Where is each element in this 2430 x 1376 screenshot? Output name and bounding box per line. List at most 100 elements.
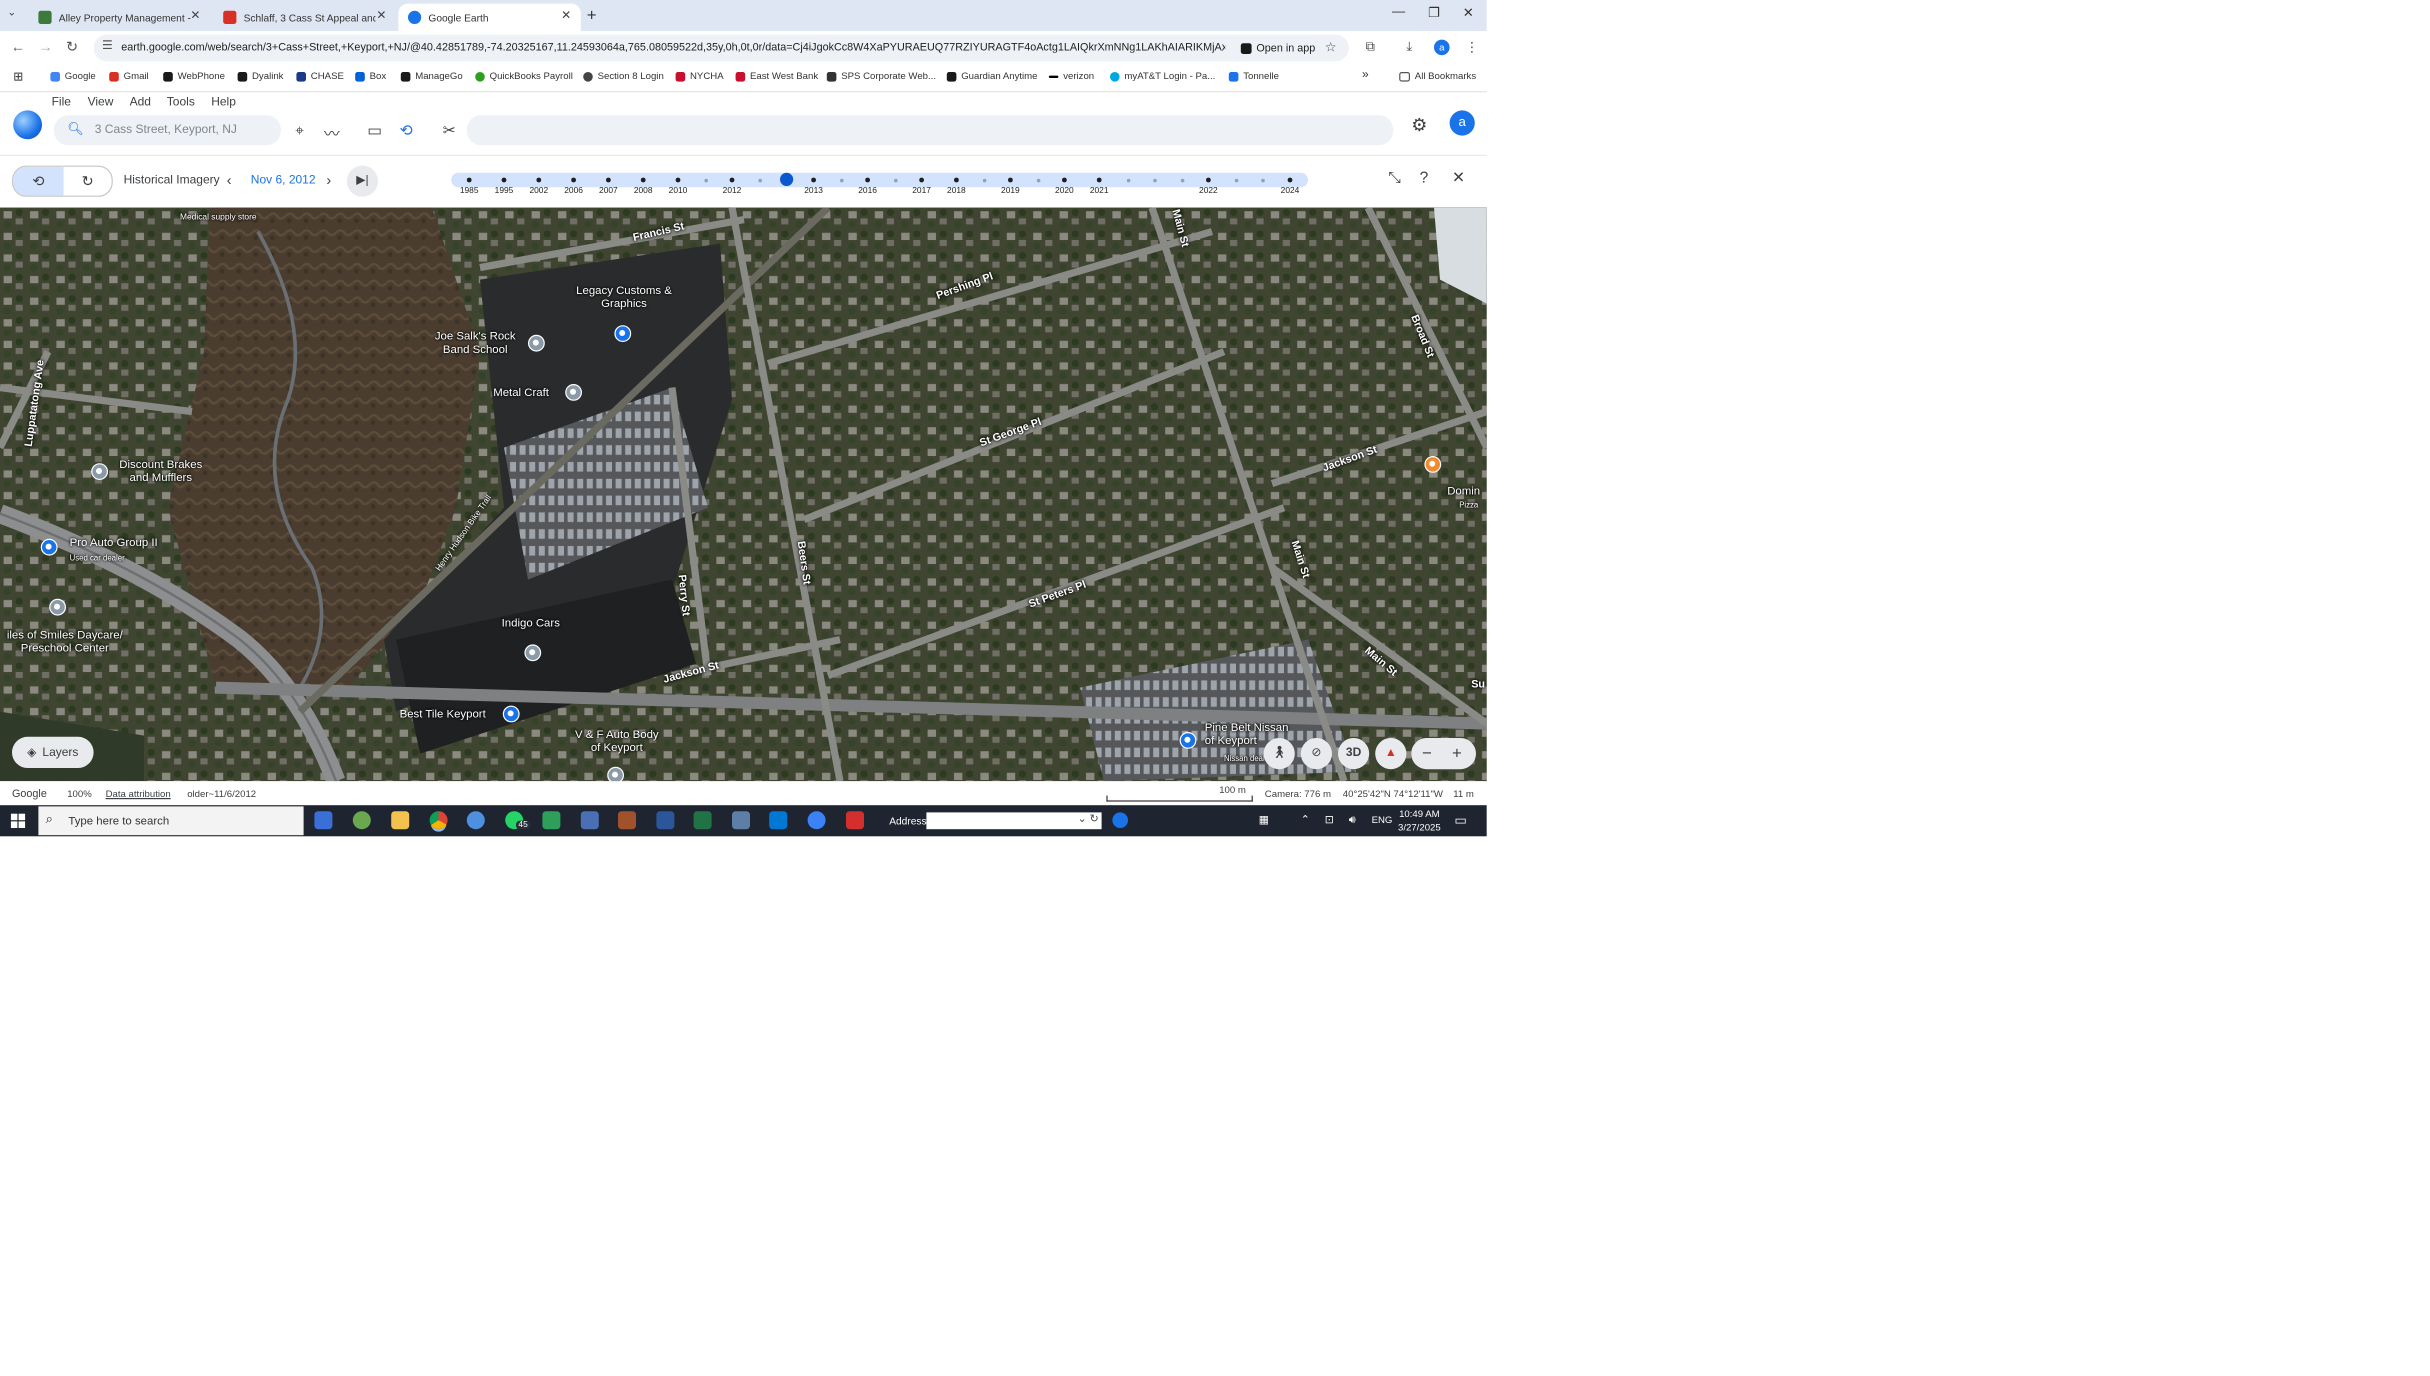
new-tab-button[interactable]: + bbox=[587, 5, 597, 24]
tools-icon[interactable]: ✂ bbox=[443, 121, 456, 140]
forward-icon[interactable]: → bbox=[38, 38, 52, 55]
address-toolbar-input[interactable]: ⌄ ↻ bbox=[926, 812, 1102, 830]
kebab-menu-icon[interactable]: ⋮ bbox=[1465, 40, 1478, 55]
layers-button[interactable]: ◈ Layers bbox=[12, 736, 94, 768]
file-explorer-icon[interactable] bbox=[391, 811, 410, 830]
minimize-icon[interactable]: — bbox=[1392, 5, 1405, 19]
timeline-minor-dot[interactable] bbox=[982, 178, 986, 182]
app-icon[interactable] bbox=[618, 811, 636, 830]
settings-gear-icon[interactable]: ⚙ bbox=[1411, 114, 1427, 135]
windows-start-icon[interactable] bbox=[10, 813, 26, 829]
imagery-timeline-slider[interactable] bbox=[451, 172, 1308, 188]
timeline-minor-dot[interactable] bbox=[1152, 178, 1157, 182]
school-pin-icon[interactable] bbox=[528, 334, 545, 352]
maximize-icon[interactable]: ❐ bbox=[1428, 5, 1440, 20]
notification-icon[interactable]: ▭ bbox=[1454, 812, 1466, 828]
timeline-minor-dot[interactable] bbox=[893, 178, 898, 182]
dropdown-icon[interactable]: ⌄ bbox=[1078, 812, 1087, 825]
go-icon[interactable]: ↻ bbox=[1090, 812, 1099, 825]
app-icon[interactable] bbox=[542, 811, 561, 830]
bookmark-east-west-bank[interactable]: East West Bank bbox=[735, 71, 818, 82]
url-text[interactable]: earth.google.com/web/search/3+Cass+Stree… bbox=[121, 41, 1225, 53]
bookmark-box[interactable]: Box bbox=[355, 71, 386, 82]
daycare-pin-icon[interactable] bbox=[49, 598, 66, 616]
search-input[interactable]: 3 Cass Street, Keyport, NJ bbox=[95, 124, 237, 137]
word-icon[interactable] bbox=[656, 811, 675, 830]
next-date-chevron-icon[interactable]: › bbox=[326, 172, 331, 189]
timeline-dot-2002[interactable] bbox=[536, 177, 542, 183]
bookmark-star-icon[interactable]: ☆ bbox=[1325, 40, 1337, 55]
timeline-selected-handle[interactable] bbox=[780, 172, 794, 186]
timeline-minor-dot[interactable] bbox=[1234, 178, 1238, 182]
place-metal-craft[interactable]: Metal Craft bbox=[493, 386, 549, 399]
tab-search-icon[interactable]: ⌄ bbox=[7, 6, 16, 19]
pro-auto-pin-icon[interactable] bbox=[40, 538, 58, 556]
network-icon[interactable]: ⊡ bbox=[1325, 814, 1334, 827]
bookmark-chase[interactable]: CHASE bbox=[296, 71, 344, 82]
path-icon[interactable]: 〰 bbox=[324, 121, 340, 144]
collapse-icon[interactable]: ⤡ bbox=[1388, 168, 1400, 187]
placemark-icon[interactable]: ⌖ bbox=[295, 121, 304, 140]
help-icon[interactable]: ? bbox=[1420, 168, 1429, 186]
menu-help[interactable]: Help bbox=[211, 96, 236, 109]
measure-icon[interactable]: ▭ bbox=[367, 121, 382, 140]
app-icon[interactable] bbox=[466, 811, 485, 830]
zoom-out-icon[interactable]: − bbox=[1422, 743, 1432, 762]
imagery-date[interactable]: Nov 6, 2012 bbox=[251, 174, 316, 187]
app-icon[interactable] bbox=[580, 811, 599, 830]
bookmark-dyalink[interactable]: Dyalink bbox=[237, 71, 283, 82]
tab-gmail[interactable]: Schlaff, 3 Cass St Appeal and In ✕ bbox=[214, 4, 396, 32]
data-attribution-link[interactable]: Data attribution bbox=[106, 788, 171, 799]
pegman-icon[interactable]: 🚶︎ bbox=[1263, 738, 1295, 770]
app-icon[interactable] bbox=[732, 811, 750, 830]
help-icon[interactable] bbox=[1112, 812, 1128, 829]
bookmark-section8[interactable]: Section 8 Login bbox=[583, 71, 664, 82]
bookmarks-overflow-button[interactable]: » bbox=[1362, 68, 1369, 81]
volume-icon[interactable]: 🔊︎ bbox=[1349, 814, 1356, 827]
place-medical-supply-store[interactable]: Medical supply store bbox=[180, 211, 257, 224]
bookmark-tonnelle[interactable]: Tonnelle bbox=[1228, 71, 1279, 82]
window-close-icon[interactable]: ✕ bbox=[1463, 5, 1474, 20]
bookmark-gmail[interactable]: Gmail bbox=[109, 71, 149, 82]
indigo-cars-pin-icon[interactable] bbox=[524, 644, 542, 662]
timeline-dot-2008[interactable] bbox=[640, 177, 646, 183]
close-historical-icon[interactable]: ✕ bbox=[1452, 168, 1465, 187]
tab-google-earth[interactable]: Google Earth ✕ bbox=[398, 3, 581, 32]
extensions-icon[interactable]: ⧉ bbox=[1366, 40, 1375, 56]
toggle-3d-button[interactable]: 3D bbox=[1338, 738, 1370, 770]
current-mode-icon[interactable]: ↻ bbox=[64, 167, 112, 196]
best-tile-pin-icon[interactable] bbox=[502, 705, 520, 723]
menu-view[interactable]: View bbox=[88, 96, 114, 109]
close-icon[interactable]: ✕ bbox=[190, 10, 200, 23]
bookmark-guardian[interactable]: Guardian Anytime bbox=[946, 71, 1038, 82]
timeline-minor-dot[interactable] bbox=[1126, 178, 1130, 182]
close-icon[interactable]: ✕ bbox=[376, 10, 386, 23]
orbit-disabled-icon[interactable]: ⊘ bbox=[1300, 738, 1332, 770]
place-legacy-customs[interactable]: Legacy Customs & Graphics bbox=[576, 284, 672, 310]
bookmark-nycha[interactable]: NYCHA bbox=[675, 71, 724, 82]
menu-file[interactable]: File bbox=[52, 96, 71, 109]
bookmark-quickbooks[interactable]: QuickBooks Payroll bbox=[475, 71, 573, 82]
pizza-pin-icon[interactable] bbox=[1424, 456, 1442, 473]
zoom-in-icon[interactable]: + bbox=[1452, 743, 1462, 762]
open-in-app-button[interactable]: Open in app bbox=[1234, 38, 1323, 57]
site-settings-icon[interactable]: ☰ bbox=[102, 40, 113, 53]
acrobat-icon[interactable] bbox=[846, 811, 865, 830]
bookmark-verizon[interactable]: verizon bbox=[1048, 71, 1094, 82]
app-icon[interactable] bbox=[352, 811, 371, 830]
earth-app-icon[interactable] bbox=[807, 811, 826, 830]
timeline-dot-2012[interactable] bbox=[729, 177, 735, 183]
tray-chevron-icon[interactable]: ⌃ bbox=[1301, 814, 1310, 827]
compass-icon[interactable]: ▲ bbox=[1375, 738, 1407, 770]
place-vf-auto-body[interactable]: V & F Auto Body of Keyport bbox=[569, 728, 665, 754]
timeline-minor-dot[interactable] bbox=[1036, 178, 1040, 182]
timeline-dot-1995[interactable] bbox=[501, 177, 507, 183]
timeline-minor-dot[interactable] bbox=[839, 178, 844, 182]
historical-mode-icon[interactable]: ⟲ bbox=[13, 166, 64, 196]
outlook-icon[interactable] bbox=[769, 811, 788, 830]
all-bookmarks-button[interactable]: All Bookmarks bbox=[1399, 71, 1476, 82]
excel-icon[interactable] bbox=[693, 811, 712, 830]
tab-alley-property[interactable]: Alley Property Management - C ✕ bbox=[29, 4, 210, 32]
timeline-minor-dot[interactable] bbox=[1180, 178, 1184, 182]
timeline-minor-dot[interactable] bbox=[703, 178, 708, 182]
